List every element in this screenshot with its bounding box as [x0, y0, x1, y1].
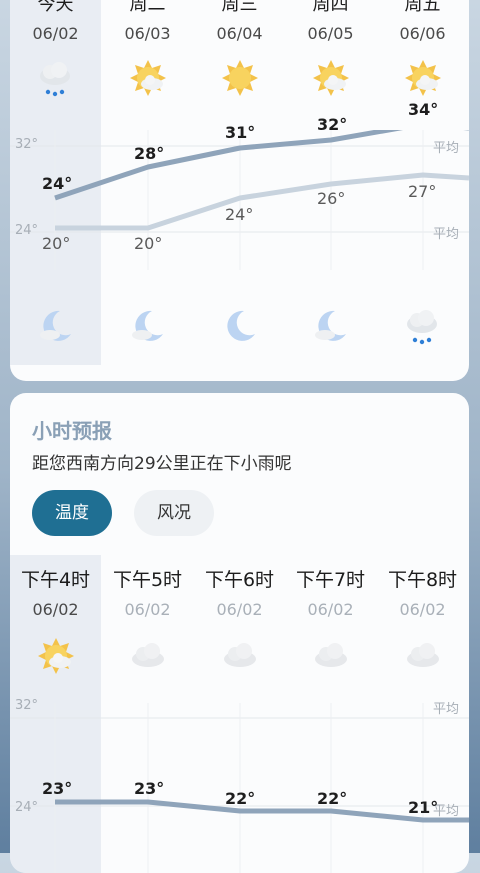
hour-temp: 22° — [225, 789, 256, 808]
hour-date: 06/02 — [32, 600, 79, 619]
day-date: 06/03 — [124, 24, 171, 43]
day-date: 06/04 — [216, 24, 263, 43]
hour-name: 下午6时 — [204, 569, 275, 591]
hour-temp: 22° — [317, 789, 348, 808]
hour-date: 06/02 — [216, 600, 263, 619]
day-date: 06/06 — [399, 24, 446, 43]
low-temp: 20° — [42, 234, 71, 253]
high-temp-line — [54, 130, 469, 201]
hour-column-5[interactable]: 下午8时 06/02 — [377, 565, 468, 619]
day-name: 周五 — [404, 0, 441, 15]
hour-column-3[interactable]: 下午6时 06/02 — [194, 565, 285, 619]
moon-cloud-icon — [315, 310, 346, 341]
moon-cloud-icon — [40, 310, 71, 341]
hour-name: 下午5时 — [112, 569, 183, 591]
high-temp: 32° — [317, 115, 348, 134]
section-title: 小时预报 — [32, 419, 112, 443]
cloud-icon — [315, 643, 347, 667]
low-temp: 20° — [134, 234, 163, 253]
day-column-3[interactable]: 周三 06/04 — [194, 0, 285, 43]
moon-cloud-icon — [132, 310, 163, 341]
day-column-today[interactable]: 今天 06/02 — [10, 0, 101, 43]
low-temp: 26° — [317, 189, 346, 208]
sun-cloud-icon — [130, 60, 166, 96]
day-column-4[interactable]: 周四 06/05 — [285, 0, 376, 43]
tab-wind[interactable]: 风况 — [134, 490, 214, 536]
day-name: 周二 — [129, 0, 166, 15]
hour-name: 下午8时 — [387, 569, 458, 591]
rain-notice: 距您西南方向29公里正在下小雨呢 — [32, 454, 292, 474]
sun-cloud-icon — [405, 60, 441, 96]
rain-cloud-icon — [407, 310, 437, 345]
sun-cloud-icon — [313, 60, 349, 96]
avg-label: 平均 — [433, 227, 460, 242]
hour-temp: 23° — [134, 779, 165, 798]
day-date: 06/02 — [32, 24, 79, 43]
hourly-temp-line — [55, 799, 469, 823]
low-temp: 27° — [408, 182, 437, 201]
day-name: 周三 — [221, 0, 258, 15]
axis-label-32: 32° — [15, 698, 39, 713]
sun-icon — [222, 60, 258, 96]
sun-cloud-icon — [38, 638, 74, 674]
hour-name: 下午7时 — [295, 569, 366, 591]
high-temp: 34° — [408, 100, 439, 119]
moon-icon — [227, 310, 255, 341]
hour-date: 06/02 — [307, 600, 354, 619]
cloud-icon — [224, 643, 256, 667]
hour-date: 06/02 — [124, 600, 171, 619]
temp-chart — [10, 130, 469, 270]
day-column-2[interactable]: 周二 06/03 — [102, 0, 193, 43]
hourly-temp-chart — [10, 703, 469, 873]
daily-forecast-card: 今天 06/02 周二 06/03 周三 06/04 周四 06/05 周五 0… — [10, 0, 469, 381]
hour-column-2[interactable]: 下午5时 06/02 — [102, 565, 193, 619]
cloud-icon — [132, 643, 164, 667]
hourly-forecast-card: 小时预报 距您西南方向29公里正在下小雨呢 温度 风况 下午4时 06/02 下… — [10, 393, 469, 873]
day-name: 周四 — [312, 0, 349, 15]
axis-label-24: 24° — [15, 223, 39, 238]
low-temp: 24° — [225, 205, 254, 224]
high-temp: 31° — [225, 123, 256, 142]
hour-date: 06/02 — [399, 600, 446, 619]
tab-temperature[interactable]: 温度 — [32, 490, 112, 536]
axis-label-24: 24° — [15, 800, 39, 815]
low-temp-line — [55, 172, 469, 231]
rain-cloud-icon — [40, 62, 70, 97]
cloud-icon — [407, 643, 439, 667]
day-date: 06/05 — [307, 24, 354, 43]
axis-label-32: 32° — [15, 137, 39, 152]
hour-temp: 21° — [408, 798, 439, 817]
day-column-5[interactable]: 周五 06/06 — [377, 0, 468, 43]
avg-label: 平均 — [433, 702, 460, 717]
avg-label: 平均 — [433, 141, 460, 156]
hour-column-1[interactable]: 下午4时 06/02 — [10, 565, 101, 619]
hour-column-4[interactable]: 下午7时 06/02 — [285, 565, 376, 619]
hour-temp: 23° — [42, 779, 73, 798]
high-temp: 28° — [134, 144, 165, 163]
high-temp: 24° — [42, 174, 73, 193]
hour-name: 下午4时 — [20, 569, 91, 591]
day-name: 今天 — [37, 0, 74, 15]
